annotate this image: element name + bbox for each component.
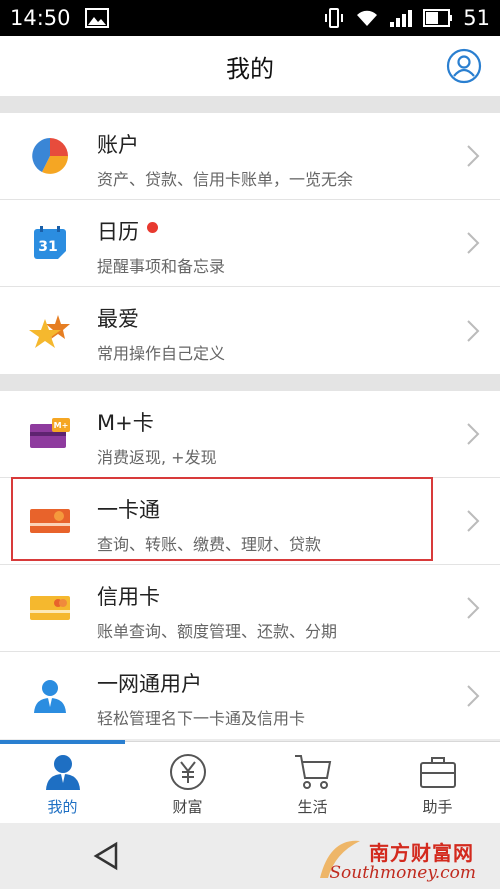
tab-label: 生活 bbox=[297, 798, 328, 816]
profile-button[interactable] bbox=[446, 48, 482, 84]
tab-mine[interactable]: 我的 bbox=[0, 742, 125, 823]
active-tab-indicator bbox=[0, 740, 125, 744]
menu-item-desc: 消费返现, +发现 bbox=[97, 448, 217, 467]
tab-life[interactable]: 生活 bbox=[250, 742, 375, 823]
star-icon bbox=[28, 309, 72, 353]
chevron-right-icon bbox=[467, 319, 480, 342]
status-bar: 14:50 51 bbox=[0, 0, 500, 36]
briefcase-icon bbox=[419, 757, 456, 788]
menu-item-label: 日历 bbox=[97, 220, 139, 244]
back-icon[interactable] bbox=[92, 841, 122, 871]
debit-card-icon bbox=[28, 499, 72, 543]
menu-item-label: 信用卡 bbox=[97, 585, 160, 609]
cart-icon bbox=[294, 755, 331, 789]
tab-assistant[interactable]: 助手 bbox=[375, 742, 500, 823]
yuan-icon bbox=[169, 754, 206, 790]
watermark-text-en: Southmoney.com bbox=[329, 863, 476, 883]
section-gap bbox=[0, 96, 500, 113]
chevron-right-icon bbox=[467, 684, 480, 707]
section-gap bbox=[0, 374, 500, 391]
menu-item-label: M+卡 bbox=[97, 411, 154, 435]
mplus-card-label: M+ bbox=[54, 421, 69, 430]
chevron-right-icon bbox=[467, 510, 480, 532]
menu-item-desc: 轻松管理名下一卡通及信用卡 bbox=[97, 709, 306, 728]
notification-badge bbox=[147, 221, 158, 233]
bottom-tab-bar: 我的 财富 生活 助手 bbox=[0, 740, 500, 823]
menu-item-account[interactable]: 账户 资产、贷款、信用卡账单，一览无余 bbox=[0, 113, 500, 200]
menu-item-debit-card[interactable]: 一卡通 查询、转账、缴费、理财、贷款 bbox=[0, 478, 500, 565]
credit-card-icon bbox=[28, 586, 72, 630]
tab-wealth[interactable]: 财富 bbox=[125, 742, 250, 823]
menu-item-desc: 查询、转账、缴费、理财、贷款 bbox=[97, 535, 322, 554]
menu-item-desc: 账单查询、额度管理、还款、分期 bbox=[97, 622, 338, 641]
menu-item-netbank-user[interactable]: 一网通用户 轻松管理名下一卡通及信用卡 bbox=[0, 652, 500, 739]
watermark-logo: 南方财富网 Southmoney.com bbox=[300, 833, 490, 883]
pie-chart-icon bbox=[28, 134, 72, 178]
chevron-right-icon bbox=[467, 597, 480, 619]
menu-group-1: 账户 资产、贷款、信用卡账单，一览无余 31 日历 提醒事项和备忘录 最爱 常用… bbox=[0, 113, 500, 374]
status-time: 14:50 bbox=[10, 6, 71, 30]
chevron-right-icon bbox=[467, 232, 480, 254]
signal-icon bbox=[390, 10, 413, 27]
page-header: 我的 bbox=[0, 36, 500, 96]
mplus-card-icon: M+ bbox=[28, 412, 72, 456]
menu-item-credit-card[interactable]: 信用卡 账单查询、额度管理、还款、分期 bbox=[0, 565, 500, 652]
menu-group-2: M+ M+卡 消费返现, +发现 一卡通 查询、转账、缴费、理财、贷款 信用卡 … bbox=[0, 391, 500, 739]
person-icon bbox=[45, 755, 80, 790]
user-icon bbox=[28, 674, 72, 718]
image-icon bbox=[84, 8, 109, 28]
watermark-text-cn: 南方财富网 bbox=[369, 841, 474, 865]
menu-item-desc: 资产、贷款、信用卡账单，一览无余 bbox=[97, 170, 354, 189]
tab-label: 财富 bbox=[172, 798, 203, 816]
menu-item-calendar[interactable]: 31 日历 提醒事项和备忘录 bbox=[0, 200, 500, 287]
chevron-right-icon bbox=[467, 145, 480, 167]
chevron-right-icon bbox=[467, 423, 480, 445]
menu-item-desc: 提醒事项和备忘录 bbox=[97, 257, 226, 276]
menu-item-desc: 常用操作自己定义 bbox=[97, 344, 226, 363]
menu-item-label: 最爱 bbox=[97, 307, 139, 331]
battery-icon bbox=[423, 9, 453, 27]
menu-item-favorites[interactable]: 最爱 常用操作自己定义 bbox=[0, 287, 500, 374]
vibrate-icon bbox=[325, 8, 344, 28]
tab-label: 助手 bbox=[422, 798, 453, 816]
tab-label: 我的 bbox=[47, 798, 78, 816]
battery-level: 51 bbox=[463, 6, 490, 30]
menu-item-label: 一网通用户 bbox=[97, 672, 202, 696]
menu-item-mplus-card[interactable]: M+ M+卡 消费返现, +发现 bbox=[0, 391, 500, 478]
menu-item-label: 一卡通 bbox=[97, 498, 160, 522]
calendar-icon: 31 bbox=[28, 221, 72, 265]
calendar-day: 31 bbox=[38, 239, 57, 255]
wifi-icon bbox=[357, 10, 378, 26]
menu-item-label: 账户 bbox=[97, 133, 139, 157]
system-nav-bar: 南方财富网 Southmoney.com bbox=[0, 823, 500, 889]
page-title: 我的 bbox=[226, 54, 274, 83]
